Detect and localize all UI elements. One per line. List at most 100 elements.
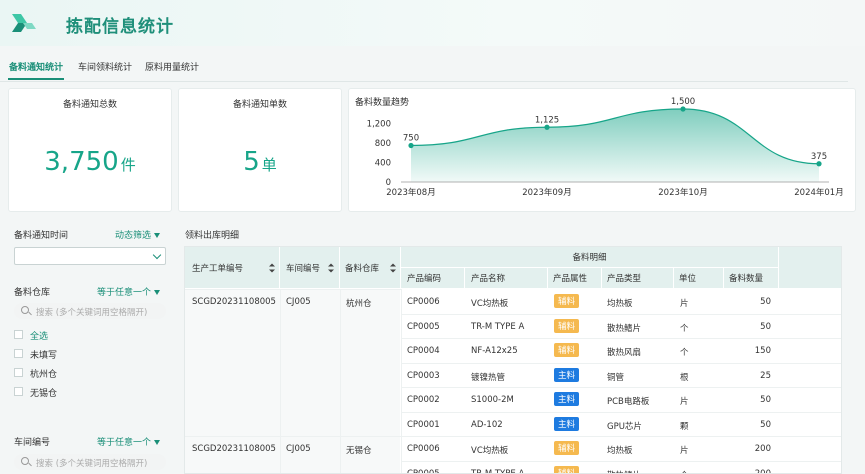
- header-name: 产品名称: [465, 268, 548, 289]
- attr-tag: 主料: [554, 367, 580, 382]
- filter-time-mode[interactable]: 动态筛选: [115, 228, 161, 241]
- y-tick-label: 400: [375, 159, 391, 169]
- cell-code: CP0004: [407, 346, 440, 356]
- row-divider: [401, 387, 841, 388]
- cell-code: CP0005: [407, 321, 440, 332]
- detail-table: 生产工单编号 车间编号 备料仓库 备料明细 产品编码 产品名称 产品属性 产品类…: [184, 246, 842, 474]
- data-point: [408, 142, 414, 149]
- cell-type: 散热鳍片: [607, 323, 642, 334]
- attr-tag: 辅料: [554, 294, 580, 308]
- cell-type: PCB电路板: [607, 397, 650, 407]
- cell-code: CP0001: [407, 419, 440, 430]
- header-unit-label: 单位: [679, 274, 697, 284]
- cell-unit: 根: [680, 372, 689, 383]
- data-label: 1,125: [535, 115, 559, 125]
- sort-icon[interactable]: [390, 263, 396, 272]
- cell-qty: 25: [760, 370, 771, 381]
- cell-unit: 个: [680, 469, 689, 474]
- x-tick-label: 2023年09月: [522, 187, 571, 198]
- cell-attr: 辅料: [554, 441, 580, 455]
- cell-type: 散热风扇: [607, 348, 642, 358]
- cell-attr: 辅料: [554, 465, 580, 473]
- cell-qty: 50: [760, 419, 771, 430]
- header-code: 产品编码: [401, 268, 465, 289]
- app-logo-icon: [12, 14, 36, 32]
- filter-workshop-search[interactable]: 搜索 (多个关键词用空格隔开): [14, 454, 166, 470]
- cell-attr: 辅料: [554, 343, 580, 357]
- caret-down-icon: [154, 440, 161, 445]
- kpi-total-number: 3,750: [44, 147, 119, 177]
- filter-workshop-mode[interactable]: 等于任意一个: [97, 435, 161, 448]
- cell-attr: 主料: [554, 392, 580, 406]
- page-title: 拣配信息统计: [66, 17, 174, 37]
- attr-tag: 主料: [554, 416, 580, 431]
- filter-workshop-mode-label: 等于任意一个: [97, 438, 152, 448]
- cell-attr: 辅料: [554, 318, 580, 333]
- cell-warehouse: 无锡仓: [346, 446, 372, 456]
- cell-name: VC均热板: [471, 446, 509, 456]
- filter-warehouse-mode[interactable]: 等于任意一个: [97, 285, 161, 298]
- filter-time-mode-label: 动态筛选: [115, 231, 152, 241]
- row-divider: [401, 313, 841, 315]
- filter-workshop-search-placeholder: 搜索 (多个关键词用空格隔开): [36, 459, 148, 469]
- cell-qty: 50: [760, 321, 771, 332]
- cell-warehouse: 杭州仓: [346, 299, 372, 309]
- checkbox[interactable]: [14, 349, 23, 358]
- tab-workshop-picking[interactable]: 车间领料统计: [78, 60, 132, 73]
- active-tab-indicator: [8, 78, 64, 80]
- checkbox[interactable]: [14, 387, 23, 396]
- header-workshop-label: 车间编号: [286, 263, 321, 274]
- header-group-label: 备料明细: [572, 253, 607, 263]
- filter-warehouse-search[interactable]: 搜索 (多个关键词用空格隔开): [14, 303, 166, 319]
- cell-qty: 150: [754, 346, 771, 356]
- cell-attr: 辅料: [554, 294, 580, 308]
- kpi-count-card: 备料通知单数 5单: [178, 88, 342, 212]
- kpi-count-number: 5: [243, 147, 260, 177]
- cell-order: SCGD20231108005: [192, 297, 276, 307]
- tab-raw-usage[interactable]: 原料用量统计: [145, 60, 199, 73]
- cell-name: S1000-2M: [471, 395, 514, 405]
- header-warehouse[interactable]: 备料仓库: [340, 247, 401, 289]
- attr-tag: 辅料: [554, 465, 580, 473]
- caret-down-icon: [154, 233, 161, 238]
- row-divider: [401, 436, 841, 437]
- cell-name: 镀镍热管: [471, 372, 506, 383]
- data-point: [544, 124, 550, 130]
- checkbox[interactable]: [14, 330, 23, 339]
- trend-chart: 0 400 800 1,200 750 2023年08月 1,125 2023年09月 1,50…: [367, 97, 844, 198]
- header-workshop[interactable]: 车间编号: [280, 247, 340, 289]
- sort-icon[interactable]: [328, 263, 334, 272]
- filter-time-select[interactable]: [14, 247, 166, 265]
- filter-option-label: 全选: [30, 332, 49, 342]
- cell-workshop: CJ005: [286, 297, 311, 307]
- header-qty-label: 备料数量: [729, 274, 764, 284]
- kpi-total-label: 备料通知总数: [62, 100, 117, 110]
- cell-unit: 个: [680, 348, 689, 358]
- sort-icon[interactable]: [269, 263, 275, 272]
- cell-unit: 片: [680, 299, 689, 309]
- header-unit: 单位: [674, 268, 724, 289]
- cell-name: AD-102: [471, 419, 503, 430]
- header-order[interactable]: 生产工单编号: [185, 247, 280, 289]
- x-tick-label: 2024年01月: [794, 187, 843, 198]
- trend-card: 备料数量趋势 0 400 800 1,200 750 2023年08月 1,125 2023年…: [348, 88, 856, 212]
- filter-option-label: 杭州仓: [30, 370, 58, 380]
- kpi-count-value: 5单: [179, 147, 341, 177]
- kpi-total-value: 3,750 件: [9, 147, 171, 177]
- kpi-count-label: 备料通知单数: [232, 100, 287, 110]
- row-divider: [401, 362, 841, 364]
- cell-type: GPU芯片: [607, 421, 642, 432]
- cell-qty: 200: [754, 468, 771, 474]
- tab-material-notice[interactable]: 备料通知统计: [9, 60, 63, 73]
- tab-bar: 备料通知统计 车间领料统计 原料用量统计: [0, 56, 848, 82]
- cell-qty: 200: [754, 444, 771, 454]
- header-group: 备料明细: [401, 247, 779, 268]
- filter-warehouse-label: 备料仓库: [14, 288, 51, 298]
- checkbox[interactable]: [14, 368, 23, 377]
- filter-option-label: 未填写: [30, 351, 58, 361]
- cell-name: TR-M TYPE A: [471, 468, 525, 474]
- group-divider: [185, 436, 401, 437]
- data-label: 375: [811, 152, 827, 162]
- cell-type: 均热板: [607, 446, 633, 456]
- cell-code: CP0003: [407, 370, 440, 381]
